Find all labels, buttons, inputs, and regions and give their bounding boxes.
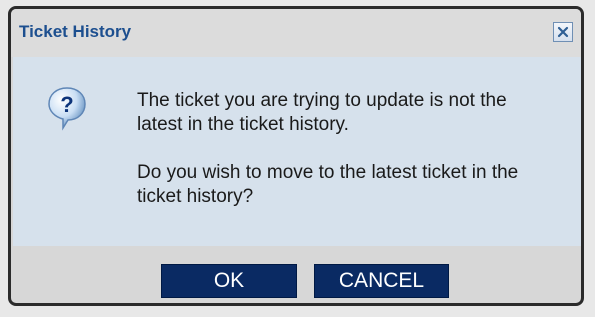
question-help-icon: ? bbox=[48, 87, 86, 131]
svg-text:?: ? bbox=[60, 92, 73, 117]
ok-button[interactable]: OK bbox=[161, 264, 297, 298]
dialog-button-row: OK CANCEL bbox=[11, 246, 581, 302]
dialog-title: Ticket History bbox=[19, 22, 132, 41]
cancel-button[interactable]: CANCEL bbox=[314, 264, 449, 298]
dialog-message: The ticket you are trying to update is n… bbox=[137, 89, 557, 233]
dialog-titlebar: Ticket History bbox=[11, 9, 581, 57]
dialog-content: ? The ticket you are trying to update is… bbox=[13, 57, 581, 246]
ticket-history-dialog: Ticket History ? The ticket you are tryi… bbox=[8, 6, 584, 306]
message-line-1: The ticket you are trying to update is n… bbox=[137, 90, 507, 135]
message-line-2: Do you wish to move to the latest ticket… bbox=[137, 162, 519, 207]
close-button[interactable] bbox=[553, 22, 573, 42]
close-icon bbox=[557, 26, 569, 38]
